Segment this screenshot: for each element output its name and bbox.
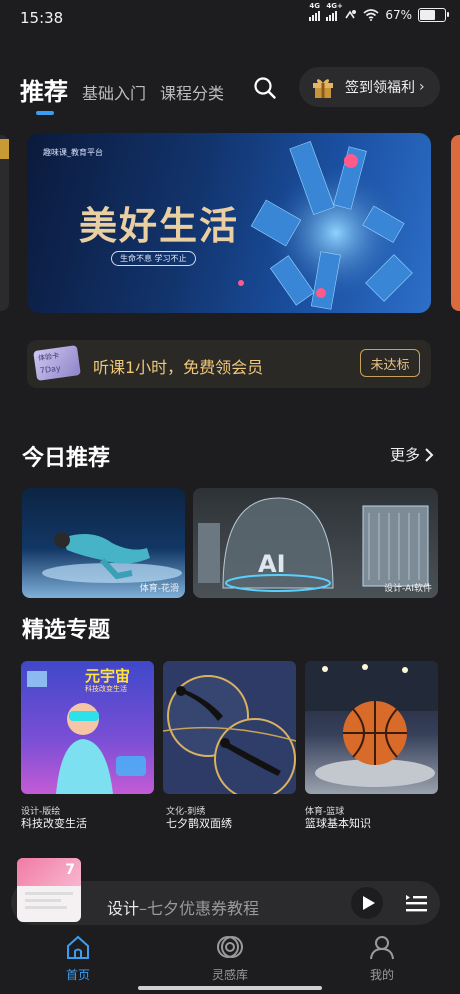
today-card-figure-skating[interactable]: 体育-花滑 [22, 488, 185, 598]
basketball-image [305, 661, 438, 787]
topic-title-1: 科技改变生活 [21, 817, 87, 830]
player-category: 设计 [107, 899, 140, 918]
top-tabs: 推荐 基础入门 课程分类 [20, 72, 224, 115]
topic-title-2: 七夕鹊双面绣 [166, 817, 232, 830]
status-icons: 4G 4G+ 67% [309, 2, 449, 22]
metaverse-art-sub: 科技改变生活 [85, 685, 127, 693]
tab-recommend[interactable]: 推荐 [20, 72, 68, 115]
signal-icon: 4G [309, 2, 321, 21]
chevron-right-icon [425, 447, 434, 462]
tab-categories[interactable]: 课程分类 [160, 80, 224, 107]
ai-badge: AI [258, 550, 286, 578]
magpie-embroidery-image [163, 675, 296, 794]
nav-me-label: 我的 [369, 968, 394, 982]
trial-card-icon: 体验卡 7Day [33, 345, 81, 381]
bottom-nav: 首页 灵感库 我的 [0, 934, 460, 994]
gift-icon [313, 79, 333, 98]
carousel-next-peek[interactable] [451, 135, 460, 311]
metaverse-art-text: 元宇宙 [85, 667, 131, 685]
nav-me[interactable]: 我的 [342, 934, 422, 983]
banner-subtitle: 生命不息 学习不止 [111, 251, 196, 266]
nav-home-label: 首页 [65, 968, 90, 982]
nav-home[interactable]: 首页 [38, 934, 118, 983]
membership-promo[interactable]: 体验卡 7Day 听课1小时，免费领会员 未达标 [27, 340, 431, 388]
more-label: 更多 [390, 446, 421, 464]
tab-basics[interactable]: 基础入门 [82, 80, 146, 107]
home-indicator [138, 986, 322, 990]
today-caption-2: 设计-AI软件 [383, 584, 432, 594]
more-link[interactable]: 更多 [390, 444, 434, 465]
nav-inspiration-label: 灵感库 [211, 968, 248, 982]
checkin-label: 签到领福利 [345, 80, 415, 96]
data-saver-icon [345, 10, 357, 19]
banner-brand: 趣味课_教育平台 [43, 148, 103, 157]
promo-text: 听课1小时，免费领会员 [93, 358, 264, 377]
battery-fill [420, 10, 435, 20]
signal-icon-2: 4G+ [326, 2, 343, 21]
wifi-icon [363, 9, 379, 21]
today-card-ai-software[interactable]: AI 设计-AI软件 [193, 488, 438, 598]
banner-carousel[interactable]: 趣味课_教育平台 美好生活 生命不息 学习不止 [27, 133, 431, 313]
battery-percent: 67% [385, 8, 412, 22]
carousel-prev-peek[interactable] [0, 135, 9, 311]
checkin-button[interactable]: 签到领福利 › [299, 67, 440, 107]
today-section-title: 今日推荐 [22, 446, 111, 471]
cover-number: 7 [65, 862, 75, 878]
topic-card-metaverse[interactable]: 元宇宙 科技改变生活 [21, 661, 154, 794]
playlist-icon[interactable] [404, 892, 428, 914]
player-cover[interactable]: 7 [17, 858, 81, 922]
topics-section-title: 精选专题 [22, 618, 111, 643]
topic-title-3: 篮球基本知识 [305, 817, 371, 830]
status-bar: 15:38 4G 4G+ 67% [0, 0, 460, 38]
topic-card-embroidery[interactable] [163, 661, 296, 794]
inspiration-icon [217, 936, 243, 958]
search-icon[interactable] [253, 76, 277, 100]
nav-inspiration[interactable]: 灵感库 [190, 934, 270, 983]
promo-status-button[interactable]: 未达标 [360, 349, 420, 377]
player-title: 设计–七夕优惠券教程 [107, 899, 260, 918]
topic-card-basketball[interactable] [305, 661, 438, 794]
chevron-right-icon: › [419, 79, 425, 95]
status-time: 15:38 [20, 9, 64, 27]
battery-icon [418, 8, 449, 22]
player-course: 七夕优惠券教程 [147, 899, 260, 918]
banner-title: 美好生活 [79, 204, 240, 248]
user-icon [370, 936, 394, 960]
today-caption-1: 体育-花滑 [139, 584, 179, 594]
home-icon [67, 935, 89, 959]
play-button[interactable] [351, 887, 383, 919]
